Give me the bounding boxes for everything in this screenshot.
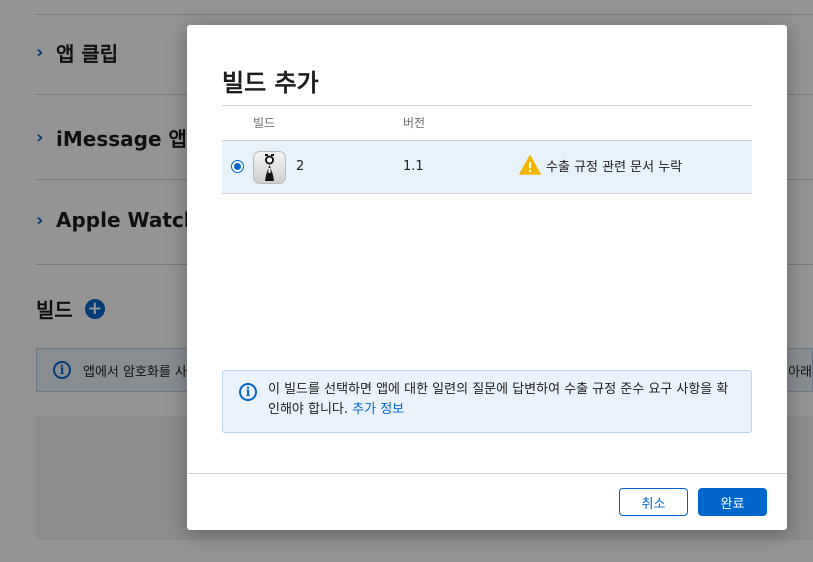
table-header: 빌드 버전 bbox=[222, 105, 752, 141]
column-header-version: 버전 bbox=[403, 116, 426, 130]
radio-selected-dot bbox=[234, 163, 241, 170]
app-icon bbox=[253, 151, 286, 184]
add-build-dialog: 빌드 추가 빌드 버전 2 1.1 수출 규정 관련 문서 누락 i 이 빌드를… bbox=[187, 25, 787, 530]
export-compliance-info: i 이 빌드를 선택하면 앱에 대한 일련의 질문에 답변하여 수출 규정 준수… bbox=[222, 370, 752, 433]
info-text-block: 이 빌드를 선택하면 앱에 대한 일련의 질문에 답변하여 수출 규정 준수 요… bbox=[268, 380, 737, 420]
build-number: 2 bbox=[296, 159, 305, 174]
builds-table: 빌드 버전 2 1.1 수출 규정 관련 문서 누락 bbox=[222, 105, 752, 194]
dialog-title: 빌드 추가 bbox=[222, 69, 319, 97]
more-info-link[interactable]: 추가 정보 bbox=[352, 402, 404, 417]
info-icon: i bbox=[239, 383, 257, 401]
build-version: 1.1 bbox=[403, 159, 424, 174]
build-radio-button[interactable] bbox=[231, 160, 244, 173]
cancel-button[interactable]: 취소 bbox=[619, 488, 688, 516]
export-compliance-status: 수출 규정 관련 문서 누락 bbox=[519, 155, 682, 175]
status-text: 수출 규정 관련 문서 누락 bbox=[546, 159, 683, 175]
column-header-build: 빌드 bbox=[253, 116, 276, 130]
done-button[interactable]: 완료 bbox=[698, 488, 767, 516]
info-text: 이 빌드를 선택하면 앱에 대한 일련의 질문에 답변하여 수출 규정 준수 요… bbox=[268, 382, 729, 417]
footer-divider bbox=[187, 473, 787, 474]
table-row[interactable]: 2 1.1 수출 규정 관련 문서 누락 bbox=[222, 141, 752, 194]
warning-icon bbox=[519, 155, 541, 175]
